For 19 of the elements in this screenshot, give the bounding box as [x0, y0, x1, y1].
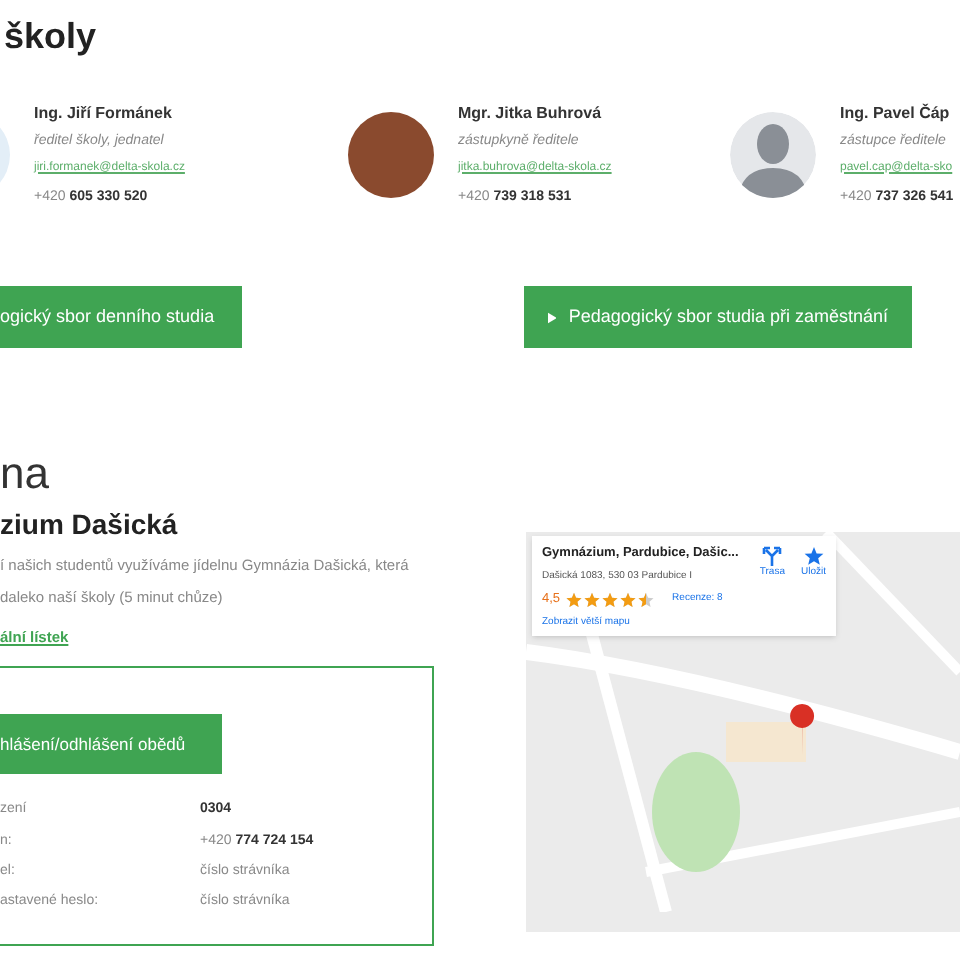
star-icon — [638, 592, 655, 609]
person-name: Ing. Pavel Čáp — [840, 103, 952, 121]
order-button[interactable]: hlášení/odhlášení obědů — [0, 714, 222, 774]
staff-button[interactable]: ogický sbor denního studia — [0, 286, 242, 348]
avatar-silhouette-icon — [730, 111, 816, 197]
star-icon — [803, 546, 824, 566]
play-icon — [548, 311, 557, 323]
staff-button[interactable]: Pedagogický sbor studia při zaměstnání — [524, 286, 912, 348]
star-icon — [584, 592, 601, 609]
canteen-heading: na — [0, 448, 51, 500]
photo-placeholder — [348, 111, 434, 197]
directions-icon — [762, 546, 783, 566]
star-icon — [566, 592, 583, 609]
star-icon — [620, 592, 637, 609]
person-name: Mgr. Jitka Buhrová — [458, 103, 604, 121]
canteen-subheading: zium Dašická — [0, 506, 180, 542]
section-title: školy — [4, 14, 99, 60]
star-icon — [602, 592, 619, 609]
person-name: Ing. Jiří Formánek — [34, 103, 174, 121]
